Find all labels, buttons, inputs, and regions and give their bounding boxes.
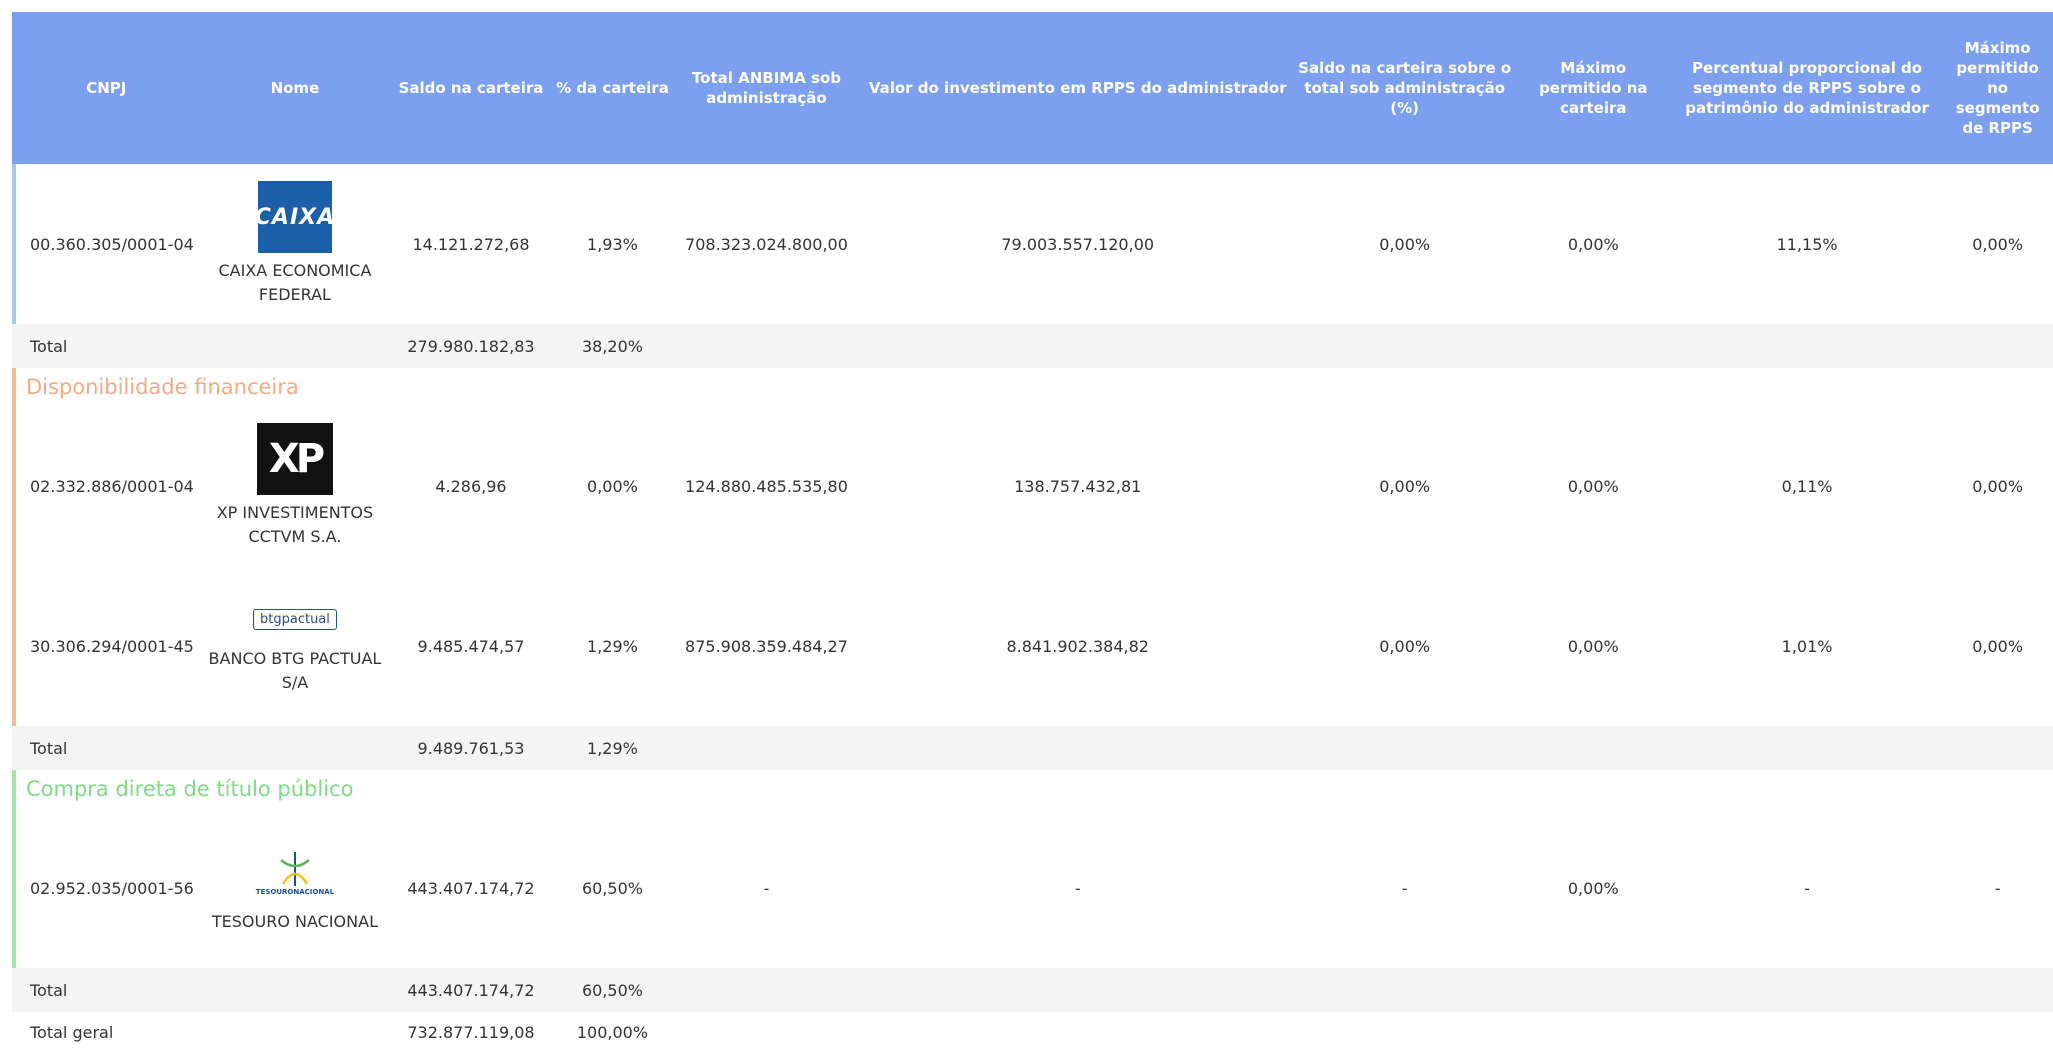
col-header-pct[interactable]: % da carteira bbox=[552, 12, 673, 164]
col-header-anbima[interactable]: Total ANBIMA sob administração bbox=[672, 12, 861, 164]
table-header-row: CNPJ Nome Saldo na carteira % da carteir… bbox=[12, 12, 2053, 164]
tesouro-logo: TESOURONACIONAL bbox=[256, 842, 334, 904]
segment-row: Compra direta de título público bbox=[12, 770, 2053, 808]
nome-cell: btgpactual BANCO BTG PACTUAL S/A bbox=[201, 566, 390, 726]
valor-rpps-cell: - bbox=[1074, 878, 1081, 898]
saldo-cell: 443.407.174,72 bbox=[407, 878, 535, 898]
nome-cell: TESOURONACIONAL TESOURO NACIONAL bbox=[201, 808, 390, 968]
max-segmento-cell: - bbox=[1994, 878, 2001, 898]
total-saldo: 9.489.761,53 bbox=[389, 726, 553, 770]
saldo-sobre-cell: 0,00% bbox=[1379, 234, 1431, 254]
valor-rpps-cell: 138.757.432,81 bbox=[1014, 476, 1142, 496]
col-header-saldo-sobre[interactable]: Saldo na carteira sobre o total sob admi… bbox=[1294, 12, 1515, 164]
pct-cell: 0,00% bbox=[587, 476, 638, 496]
cnpj-cell: 30.306.294/0001-45 bbox=[12, 566, 201, 726]
saldo-cell: 9.485.474,57 bbox=[417, 636, 525, 656]
xp-logo: XP bbox=[256, 423, 333, 495]
nome-cell: CAIXA CAIXA ECONOMICA FEDERAL bbox=[201, 164, 390, 324]
table-row: 30.306.294/0001-45 btgpactual BANCO BTG … bbox=[12, 566, 2053, 726]
total-row: Total 279.980.182,83 38,20% bbox=[12, 324, 2053, 368]
col-header-cnpj[interactable]: CNPJ bbox=[12, 12, 201, 164]
total-label: Total bbox=[12, 726, 201, 770]
segment-label: Compra direta de título público bbox=[12, 770, 2053, 808]
percentual-cell: 1,01% bbox=[1781, 636, 1833, 656]
total-row: Total 9.489.761,53 1,29% bbox=[12, 726, 2053, 770]
valor-rpps-cell: 79.003.557.120,00 bbox=[1001, 234, 1155, 254]
page: { "header": { "cnpj": "CNPJ", "nome": "N… bbox=[0, 0, 2053, 1052]
tesouro-emblem-icon bbox=[280, 852, 310, 886]
nome-label: XP INVESTIMENTOS CCTVM S.A. bbox=[216, 503, 374, 546]
grand-total-saldo: 732.877.119,08 bbox=[389, 1012, 553, 1052]
max-carteira-cell: 0,00% bbox=[1567, 234, 1619, 254]
anbima-cell: - bbox=[763, 878, 770, 898]
saldo-sobre-cell: - bbox=[1401, 878, 1408, 898]
cnpj-cell: 00.360.305/0001-04 bbox=[12, 164, 201, 324]
nome-label: BANCO BTG PACTUAL S/A bbox=[208, 649, 382, 692]
valor-rpps-cell: 8.841.902.384,82 bbox=[1006, 636, 1149, 656]
saldo-sobre-cell: 0,00% bbox=[1379, 476, 1431, 496]
anbima-cell: 124.880.485.535,80 bbox=[685, 476, 848, 496]
col-header-saldo[interactable]: Saldo na carteira bbox=[389, 12, 553, 164]
saldo-cell: 4.286,96 bbox=[435, 476, 507, 496]
anbima-cell: 708.323.024.800,00 bbox=[685, 234, 848, 254]
total-label: Total bbox=[12, 324, 201, 368]
max-carteira-cell: 0,00% bbox=[1567, 878, 1619, 898]
nome-label: TESOURO NACIONAL bbox=[211, 912, 378, 931]
total-pct: 60,50% bbox=[552, 968, 673, 1012]
pct-cell: 1,29% bbox=[587, 636, 638, 656]
table-row: 00.360.305/0001-04 CAIXA CAIXA ECONOMICA… bbox=[12, 164, 2053, 324]
table-row: 02.332.886/0001-04 XP XP INVESTIMENTOS C… bbox=[12, 406, 2053, 566]
table-row: 02.952.035/0001-56 TESOURONACIONAL TESOU… bbox=[12, 808, 2053, 968]
max-segmento-cell: 0,00% bbox=[1972, 476, 2024, 496]
percentual-cell: - bbox=[1804, 878, 1810, 898]
max-segmento-cell: 0,00% bbox=[1972, 234, 2024, 254]
nome-label: CAIXA ECONOMICA FEDERAL bbox=[218, 261, 372, 304]
total-saldo: 279.980.182,83 bbox=[389, 324, 553, 368]
col-header-max-carteira[interactable]: Máximo permitido na carteira bbox=[1514, 12, 1672, 164]
grand-total-row: Total geral 732.877.119,08 100,00% bbox=[12, 1012, 2053, 1052]
percentual-cell: 0,11% bbox=[1781, 476, 1833, 496]
segment-row: Disponibilidade financeira bbox=[12, 368, 2053, 406]
grand-total-pct: 100,00% bbox=[552, 1012, 673, 1052]
caixa-logo: CAIXA bbox=[255, 181, 334, 253]
percentual-cell: 11,15% bbox=[1776, 234, 1838, 254]
col-header-valor-rpps[interactable]: Valor do investimento em RPPS do adminis… bbox=[860, 12, 1295, 164]
total-label: Total bbox=[12, 968, 201, 1012]
pct-cell: 1,93% bbox=[587, 234, 638, 254]
cnpj-cell: 02.952.035/0001-56 bbox=[12, 808, 201, 968]
btg-logo: btgpactual bbox=[253, 597, 337, 641]
total-row: Total 443.407.174,72 60,50% bbox=[12, 968, 2053, 1012]
pct-cell: 60,50% bbox=[581, 878, 643, 898]
anbima-cell: 875.908.359.484,27 bbox=[685, 636, 848, 656]
portfolio-table: CNPJ Nome Saldo na carteira % da carteir… bbox=[12, 12, 2053, 1052]
max-carteira-cell: 0,00% bbox=[1567, 476, 1619, 496]
total-pct: 38,20% bbox=[552, 324, 673, 368]
col-header-max-segmento[interactable]: Máximo permitido no segmento de RPPS bbox=[1942, 12, 2053, 164]
segment-label: Disponibilidade financeira bbox=[12, 368, 2053, 406]
total-pct: 1,29% bbox=[552, 726, 673, 770]
cnpj-cell: 02.332.886/0001-04 bbox=[12, 406, 201, 566]
col-header-nome[interactable]: Nome bbox=[200, 12, 390, 164]
saldo-cell: 14.121.272,68 bbox=[412, 234, 530, 254]
max-segmento-cell: 0,00% bbox=[1972, 636, 2024, 656]
col-header-percentual[interactable]: Percentual proporcional do segmento de R… bbox=[1671, 12, 1943, 164]
saldo-sobre-cell: 0,00% bbox=[1379, 636, 1431, 656]
max-carteira-cell: 0,00% bbox=[1567, 636, 1619, 656]
nome-cell: XP XP INVESTIMENTOS CCTVM S.A. bbox=[201, 406, 390, 566]
grand-total-label: Total geral bbox=[12, 1012, 201, 1052]
total-saldo: 443.407.174,72 bbox=[389, 968, 553, 1012]
